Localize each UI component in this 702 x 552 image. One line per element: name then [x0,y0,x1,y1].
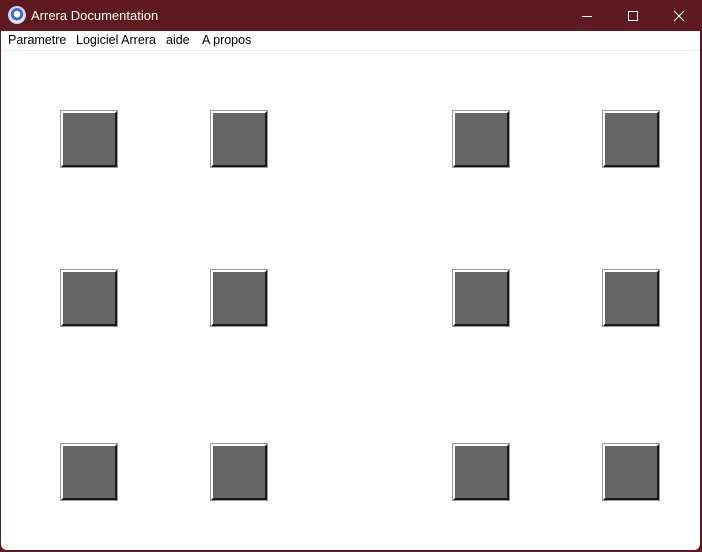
grid-button-r2-c1[interactable] [61,270,117,326]
grid-button-r3-c1[interactable] [61,444,117,500]
grid-button-r3-c3[interactable] [453,444,509,500]
maximize-icon [628,10,638,21]
title-bar[interactable]: Arrera Documentation [0,0,702,31]
app-icon [9,7,25,23]
grid-button-r1-c4[interactable] [603,111,659,167]
menu-logiciel-arrera[interactable]: Logiciel Arrera [76,33,156,47]
maximize-button[interactable] [610,0,656,31]
menu-a-propos[interactable]: A propos [202,33,251,47]
grid-button-r2-c4[interactable] [603,270,659,326]
client-area: Parametre Logiciel Arrera aide A propos [1,31,700,550]
grid-button-r3-c2[interactable] [211,444,267,500]
minimize-icon [582,15,592,17]
minimize-button[interactable] [564,0,610,31]
menu-aide[interactable]: aide [166,33,190,47]
grid-button-r1-c3[interactable] [453,111,509,167]
close-button[interactable] [656,0,702,31]
grid-button-r3-c4[interactable] [603,444,659,500]
close-icon [673,10,685,21]
grid-button-r1-c1[interactable] [61,111,117,167]
grid-button-r2-c3[interactable] [453,270,509,326]
window-title: Arrera Documentation [31,8,159,23]
grid-button-r2-c2[interactable] [211,270,267,326]
menu-bar: Parametre Logiciel Arrera aide A propos [1,31,700,51]
app-window: Arrera Documentation Parametre Logiciel … [0,0,702,552]
menu-parametre[interactable]: Parametre [8,33,66,47]
grid-button-r1-c2[interactable] [211,111,267,167]
